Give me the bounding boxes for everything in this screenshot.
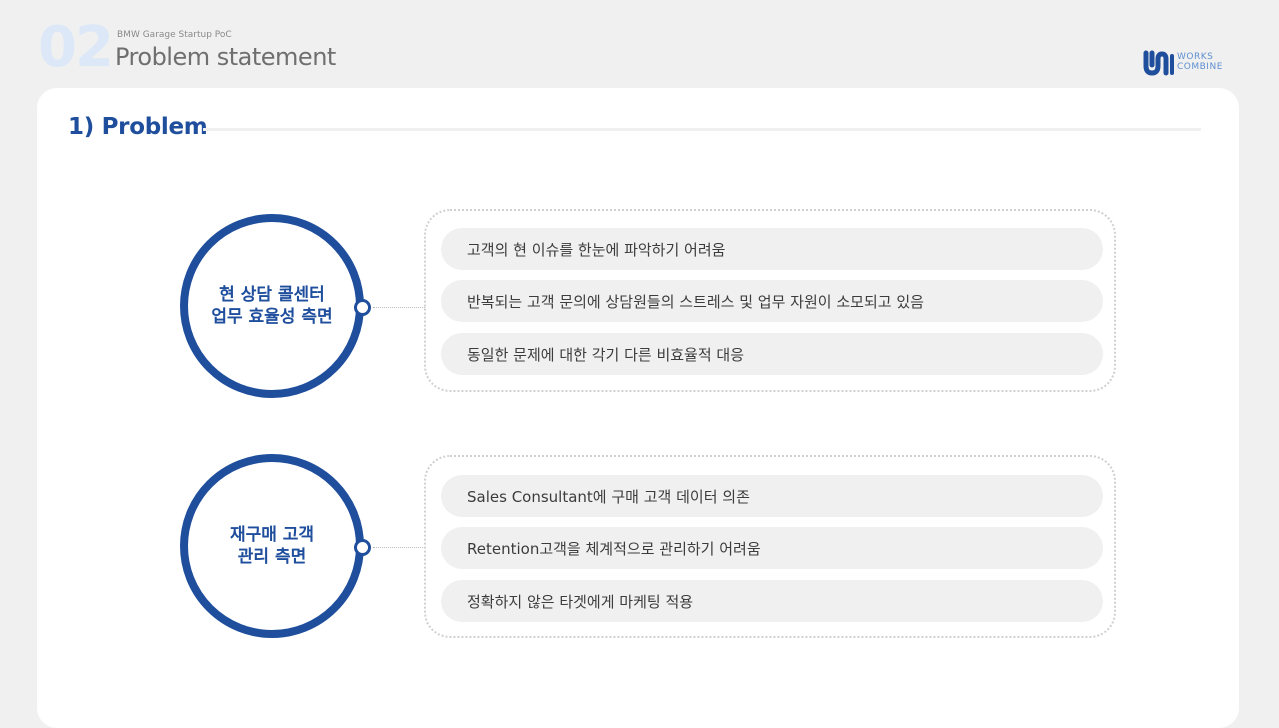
problem-list-box: Sales Consultant에 구매 고객 데이터 의존 Retention… — [424, 455, 1116, 638]
category-circle-efficiency: 현 상담 콜센터 업무 효율성 측면 — [180, 214, 364, 398]
works-combine-logo-icon — [1143, 50, 1174, 76]
problem-item: Sales Consultant에 구매 고객 데이터 의존 — [441, 475, 1103, 517]
logo-wordmark: WORKS COMBINE — [1177, 52, 1223, 72]
problem-item: 동일한 문제에 대한 각기 다른 비효율적 대응 — [441, 333, 1103, 375]
logo-line-1: WORKS — [1177, 52, 1214, 62]
connector-dot — [354, 299, 371, 316]
slide-number: 02 — [38, 15, 114, 80]
category-label: 재구매 고객 관리 측면 — [229, 525, 315, 567]
connector-line — [373, 307, 425, 308]
section-divider — [203, 128, 1201, 131]
slide-subtitle: BMW Garage Startup PoC — [117, 30, 232, 40]
connector-dot — [354, 539, 371, 556]
connector-line — [373, 547, 425, 548]
category-label: 현 상담 콜센터 업무 효율성 측면 — [211, 285, 333, 327]
problem-item: Retention고객을 체계적으로 관리하기 어려움 — [441, 527, 1103, 569]
works-combine-logo: WORKS COMBINE — [1143, 50, 1238, 78]
category-circle-retention: 재구매 고객 관리 측면 — [180, 454, 364, 638]
problem-item: 정확하지 않은 타겟에게 마케팅 적용 — [441, 580, 1103, 622]
problem-item: 고객의 현 이슈를 한눈에 파악하기 어려움 — [441, 228, 1103, 270]
section-title: 1) Problem — [68, 114, 208, 140]
problem-list-box: 고객의 현 이슈를 한눈에 파악하기 어려움 반복되는 고객 문의에 상담원들의… — [424, 209, 1116, 392]
problem-item: 반복되는 고객 문의에 상담원들의 스트레스 및 업무 자원이 소모되고 있음 — [441, 280, 1103, 322]
content-card: 1) Problem 현 상담 콜센터 업무 효율성 측면 고객의 현 이슈를 … — [37, 88, 1239, 728]
page-title: Problem statement — [115, 43, 336, 71]
logo-line-2: COMBINE — [1177, 62, 1223, 72]
